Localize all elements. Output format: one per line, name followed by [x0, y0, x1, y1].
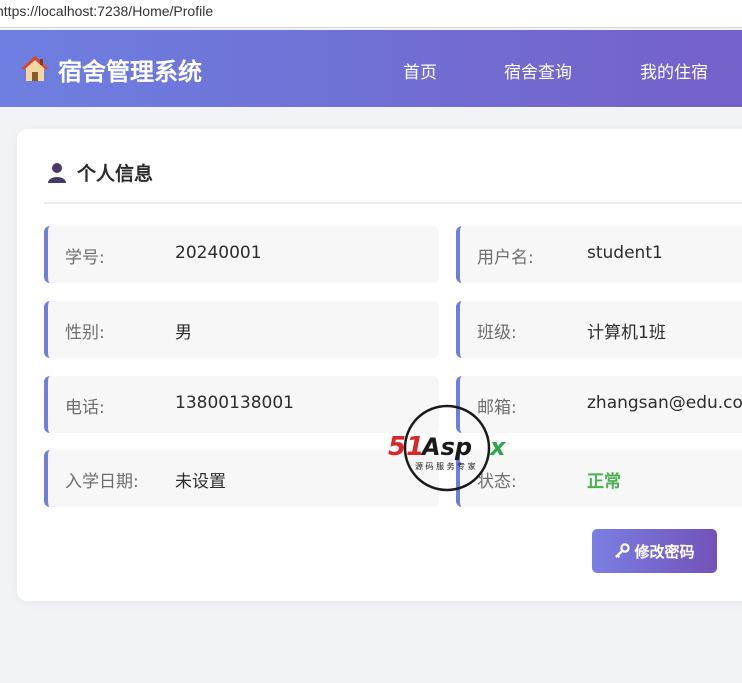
- field-label: 学号:: [65, 248, 105, 268]
- field-gender: 性别: 男: [44, 301, 439, 358]
- field-value: zhangsan@edu.com: [587, 393, 742, 413]
- field-value: student1: [587, 243, 663, 263]
- card-header: 个人信息: [47, 159, 153, 186]
- field-phone: 电话: 13800138001: [44, 376, 439, 433]
- change-password-label: 修改密码: [634, 542, 695, 561]
- key-icon: [614, 543, 631, 559]
- watermark-brand: 51: [388, 432, 424, 462]
- change-password-button[interactable]: 修改密码: [592, 529, 717, 573]
- field-value: 计算机1班: [587, 323, 666, 343]
- field-label: 性别:: [65, 323, 105, 343]
- profile-card: 个人信息 学号: 20240001 用户名: student1 性别: 男 班级…: [17, 129, 742, 601]
- watermark-tagline: 源 码 服 务 专 家: [415, 461, 476, 471]
- field-label: 电话:: [65, 398, 105, 418]
- nav-dorm-search[interactable]: 宿舍查询: [504, 58, 572, 83]
- app-title: 宿舍管理系统: [58, 57, 202, 86]
- field-class: 班级: 计算机1班: [456, 301, 742, 358]
- field-username: 用户名: student1: [456, 226, 742, 283]
- field-label: 用户名:: [477, 248, 534, 268]
- watermark-logo: 51 Asp x 源 码 服 务 专 家: [386, 403, 512, 493]
- svg-text:Asp: Asp: [420, 433, 472, 461]
- field-label: 班级:: [477, 323, 517, 343]
- header-divider: [44, 202, 742, 204]
- address-bar[interactable]: https://localhost:7238/Home/Profile: [0, 0, 742, 28]
- url-text: https://localhost:7238/Home/Profile: [0, 3, 214, 19]
- house-icon: [20, 54, 50, 84]
- brand[interactable]: 宿舍管理系统: [20, 52, 202, 86]
- field-value: 20240001: [175, 243, 262, 263]
- nav-my-accommodation[interactable]: 我的住宿: [640, 58, 708, 83]
- card-title: 个人信息: [77, 163, 154, 185]
- field-student-id: 学号: 20240001: [44, 226, 439, 283]
- nav-home[interactable]: 首页: [403, 58, 437, 83]
- field-value: 男: [175, 323, 192, 343]
- field-label: 入学日期:: [65, 472, 139, 492]
- field-enrollment-date: 入学日期: 未设置: [44, 450, 439, 507]
- status-value: 正常: [587, 472, 621, 492]
- top-navbar: 宿舍管理系统 首页 宿舍查询 我的住宿: [0, 30, 742, 107]
- field-value: 13800138001: [175, 393, 294, 413]
- svg-text:x: x: [489, 433, 507, 461]
- user-icon: [47, 162, 67, 184]
- field-value: 未设置: [175, 472, 226, 492]
